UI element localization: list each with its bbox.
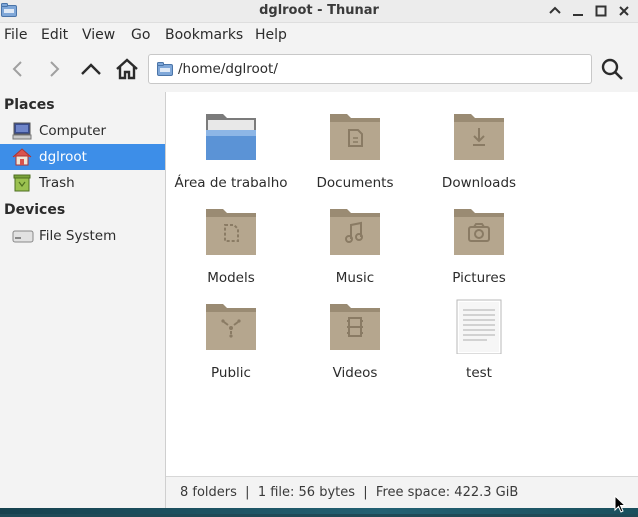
music-folder-icon — [327, 203, 383, 259]
sidebar-item-label: File System — [39, 228, 117, 244]
menu-edit[interactable]: Edit — [41, 27, 68, 43]
desktop-background — [0, 508, 638, 514]
home-icon — [116, 58, 138, 80]
search-button[interactable] — [598, 55, 626, 83]
user-home-icon — [12, 148, 32, 170]
shade-window-button[interactable] — [546, 2, 564, 20]
file-item-test[interactable]: test — [417, 290, 541, 381]
chevron-left-icon — [12, 61, 22, 77]
file-item-music[interactable]: Music — [293, 195, 417, 286]
forward-button[interactable] — [40, 55, 68, 83]
search-icon — [601, 58, 623, 80]
computer-icon — [12, 122, 32, 144]
file-label: Pictures — [452, 270, 506, 286]
folder-location-icon — [157, 62, 173, 80]
drive-icon — [12, 227, 34, 249]
chevron-up-icon — [81, 63, 101, 75]
location-path: /home/dglroot/ — [178, 61, 278, 77]
documents-folder-icon — [327, 108, 383, 164]
file-item-models[interactable]: Models — [169, 195, 293, 286]
sidebar-item-dglroot[interactable]: dglroot — [0, 144, 165, 170]
templates-folder-icon — [203, 203, 259, 259]
status-text: 8 folders | 1 file: 56 bytes | Free spac… — [180, 485, 519, 500]
window-title: dglroot - Thunar — [259, 3, 379, 18]
text-file-icon — [451, 298, 507, 355]
minimize-window-button[interactable] — [569, 2, 587, 20]
file-label: test — [466, 365, 492, 381]
chevron-right-icon — [50, 61, 60, 77]
menu-view[interactable]: View — [82, 27, 115, 43]
file-item-videos[interactable]: Videos — [293, 290, 417, 381]
close-window-button[interactable] — [615, 2, 633, 20]
file-label: Videos — [332, 365, 378, 381]
status-bar: 8 folders | 1 file: 56 bytes | Free spac… — [166, 476, 638, 508]
file-view[interactable]: Área de trabalho Documents Downloads Mod… — [166, 92, 638, 476]
devices-heading: Devices — [4, 202, 66, 218]
sidebar-item-trash[interactable]: Trash — [0, 170, 165, 196]
file-label: Área de trabalho — [174, 175, 288, 191]
location-bar[interactable]: /home/dglroot/ — [148, 54, 592, 84]
menu-go[interactable]: Go — [131, 27, 150, 43]
file-item-downloads[interactable]: Downloads — [417, 100, 541, 191]
places-heading: Places — [4, 97, 55, 113]
trash-icon — [12, 174, 32, 196]
thunar-window: dglroot - Thunar File Edit View Go Bookm… — [0, 0, 638, 508]
title-bar[interactable]: dglroot - Thunar — [0, 0, 638, 23]
sidebar: Places Computer dglroot Trash Devices Fi — [0, 92, 166, 508]
desktop-folder-icon — [203, 108, 259, 164]
sidebar-item-file-system[interactable]: File System — [0, 223, 165, 249]
back-button[interactable] — [4, 55, 32, 83]
file-label: Public — [211, 365, 251, 381]
videos-folder-icon — [327, 298, 383, 354]
pictures-folder-icon — [451, 203, 507, 259]
menu-bar: File Edit View Go Bookmarks Help — [0, 23, 638, 47]
menu-help[interactable]: Help — [255, 27, 287, 43]
file-label: Downloads — [441, 175, 517, 191]
maximize-window-button[interactable] — [592, 2, 610, 20]
file-item-public[interactable]: Public — [169, 290, 293, 381]
downloads-folder-icon — [451, 108, 507, 164]
sidebar-item-label: Computer — [39, 123, 107, 139]
public-folder-icon — [203, 298, 259, 354]
menu-bookmarks[interactable]: Bookmarks — [165, 27, 243, 43]
file-item-area-de-trabalho[interactable]: Área de trabalho — [169, 100, 293, 191]
file-label: Models — [207, 270, 255, 286]
sidebar-item-computer[interactable]: Computer — [0, 118, 165, 144]
parent-folder-button[interactable] — [77, 55, 105, 83]
file-label: Documents — [316, 175, 394, 191]
file-label: Music — [335, 270, 375, 286]
file-item-pictures[interactable]: Pictures — [417, 195, 541, 286]
sidebar-item-label: Trash — [39, 175, 75, 191]
home-button[interactable] — [113, 55, 141, 83]
menu-file[interactable]: File — [4, 27, 27, 43]
file-item-documents[interactable]: Documents — [293, 100, 417, 191]
sidebar-item-label: dglroot — [39, 149, 87, 165]
toolbar: /home/dglroot/ — [0, 47, 638, 93]
